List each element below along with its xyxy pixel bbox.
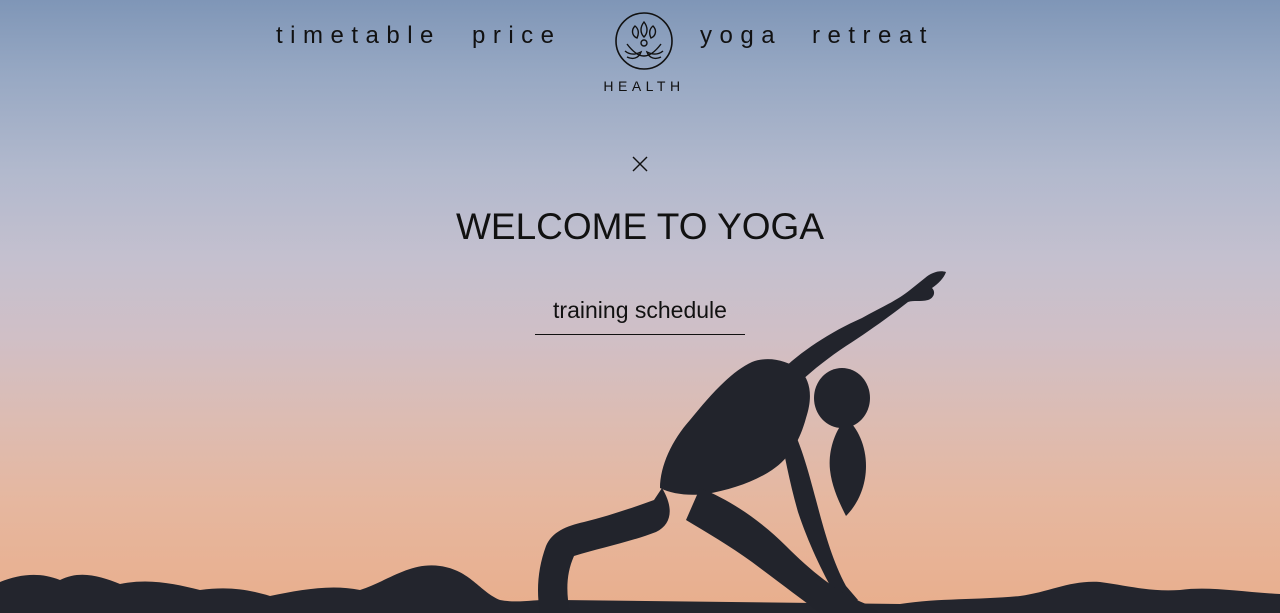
hero-title: WELCOME TO YOGA bbox=[455, 206, 825, 247]
training-schedule-link[interactable]: training schedule bbox=[535, 296, 745, 335]
rocks-silhouette bbox=[0, 565, 1280, 613]
nav-timetable[interactable]: timetable bbox=[276, 22, 441, 50]
nav-yoga[interactable]: yoga bbox=[700, 22, 782, 50]
nav-retreat[interactable]: retreat bbox=[812, 22, 934, 50]
nav-price[interactable]: price bbox=[472, 22, 562, 50]
hero-section: timetable price HEALTH yoga retreat WELC… bbox=[0, 0, 1280, 613]
logo-text: HEALTH bbox=[603, 78, 685, 94]
lotus-icon bbox=[615, 12, 673, 70]
logo[interactable]: HEALTH bbox=[596, 10, 692, 96]
close-icon[interactable] bbox=[630, 154, 650, 174]
